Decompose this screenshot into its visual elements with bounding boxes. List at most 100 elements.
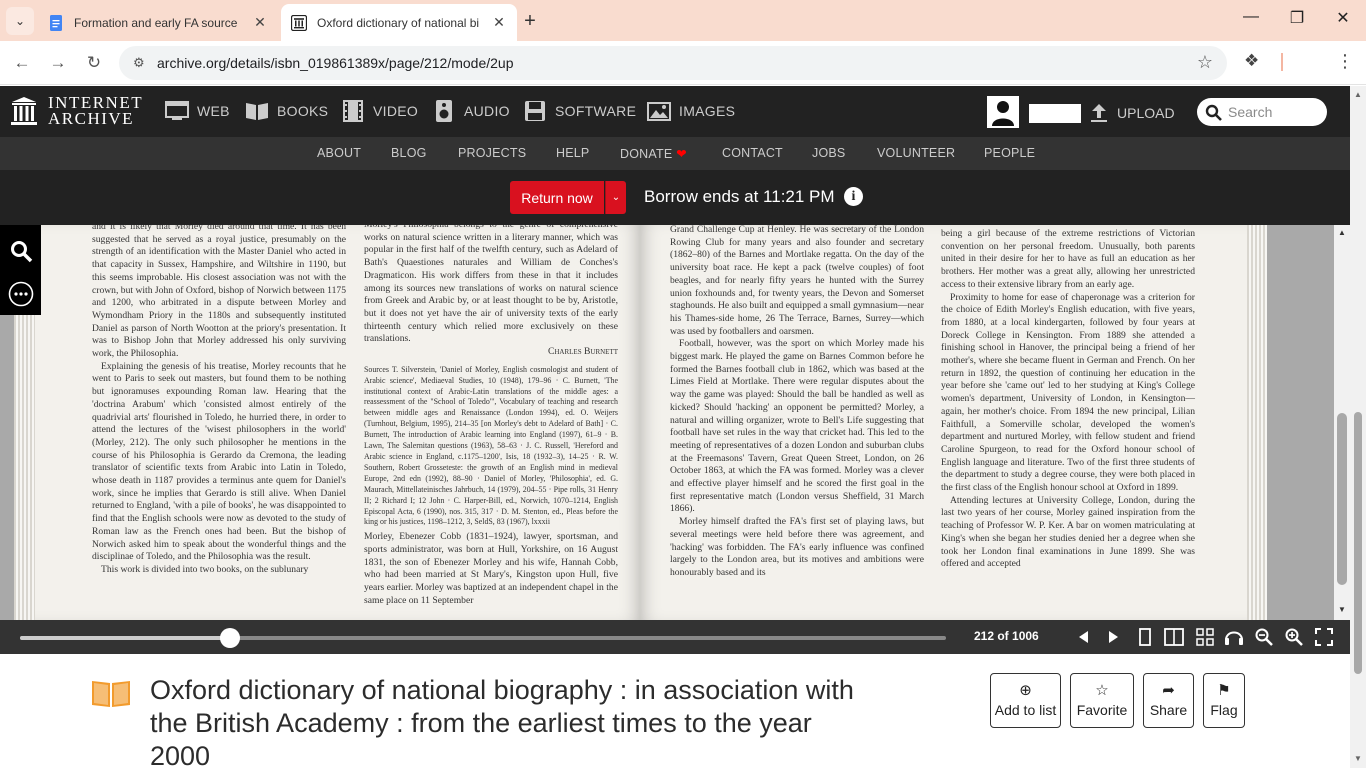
scroll-down-arrow-icon[interactable]: ▼ (1338, 605, 1346, 614)
share-icon: ➦ (1162, 682, 1175, 699)
two-page-view-icon[interactable] (1163, 626, 1185, 648)
media-images[interactable]: IMAGES (647, 100, 735, 122)
close-tab-icon[interactable]: ✕ (252, 14, 268, 31)
browser-tab-strip: ⌄ Formation and early FA source ✕ Oxford… (0, 0, 1366, 41)
browser-toolbar: ← → ↻ ⚙ archive.org/details/isbn_0198613… (0, 41, 1366, 85)
thumbnail-view-icon[interactable] (1194, 626, 1216, 648)
add-to-list-label: Add to list (994, 702, 1057, 718)
favorite-label: Favorite (1076, 702, 1128, 718)
forward-arrow-icon[interactable]: → (46, 51, 70, 75)
page-slider-progress (20, 636, 231, 640)
page-scroll-up-icon[interactable]: ▲ (1354, 90, 1362, 99)
media-books[interactable]: BOOKS (245, 100, 328, 122)
url-text[interactable]: archive.org/details/isbn_019861389x/page… (157, 55, 514, 71)
video-film-icon (341, 100, 365, 122)
next-page-icon[interactable] (1102, 626, 1124, 648)
reload-icon[interactable]: ↻ (82, 51, 106, 75)
extensions-puzzle-icon[interactable]: ❖ (1244, 51, 1259, 71)
upload-label: UPLOAD (1117, 105, 1175, 121)
reader-scroll-thumb[interactable] (1337, 413, 1347, 585)
more-options-icon[interactable] (7, 280, 35, 308)
internet-archive-logo[interactable]: INTERNET ARCHIVE (10, 94, 143, 127)
restore-window-icon[interactable]: ❐ (1274, 8, 1320, 28)
book-media-type-icon (90, 678, 132, 713)
audio-speaker-icon (432, 100, 456, 122)
page-scroll-thumb[interactable] (1354, 412, 1362, 674)
paragraph: Football, however, was the sport on whic… (670, 338, 924, 515)
share-button[interactable]: ➦ Share (1143, 673, 1194, 728)
zoom-out-icon[interactable] (1253, 626, 1275, 648)
tab-search-chevron-icon[interactable]: ⌄ (6, 7, 34, 35)
browser-menu-icon[interactable]: ⋮ (1336, 51, 1354, 72)
media-video-label: VIDEO (373, 103, 419, 119)
page-scroll-down-icon[interactable]: ▼ (1354, 754, 1362, 763)
scroll-up-arrow-icon[interactable]: ▲ (1338, 228, 1346, 237)
minimize-window-icon[interactable]: — (1228, 8, 1274, 26)
search-input[interactable]: Search (1197, 98, 1327, 126)
plus-circle-icon: ⊕ (1019, 682, 1032, 699)
new-tab-plus-icon[interactable]: + (520, 10, 540, 33)
flag-icon: ⚑ (1217, 682, 1231, 699)
close-tab-icon[interactable]: ✕ (491, 14, 507, 31)
info-icon[interactable]: i (844, 187, 863, 206)
media-audio[interactable]: AUDIO (432, 100, 510, 122)
profile-divider (1281, 53, 1283, 71)
star-icon: ☆ (1095, 682, 1109, 699)
right-page[interactable]: Grand Challenge Cup at Henley. He was se… (640, 225, 1247, 620)
entry-morley-ebenezer: Morley, Ebenezer Cobb (1831–1924), lawye… (364, 531, 618, 606)
back-arrow-icon[interactable]: ← (10, 51, 34, 75)
media-software[interactable]: SOFTWARE (523, 100, 636, 122)
google-docs-icon (50, 14, 62, 31)
nav-projects[interactable]: PROJECTS (458, 146, 526, 160)
user-avatar-icon[interactable] (987, 96, 1019, 128)
paragraph: being a girl because of the extreme rest… (941, 228, 1195, 290)
flag-button[interactable]: ⚑ Flag (1203, 673, 1245, 728)
web-monitor-icon (165, 100, 189, 122)
nav-jobs[interactable]: JOBS (812, 146, 845, 160)
paragraph: and it is likely that Morley died around… (92, 225, 346, 360)
left-page[interactable]: and it is likely that Morley died around… (35, 225, 640, 620)
one-page-view-icon[interactable] (1134, 626, 1156, 648)
nav-volunteer[interactable]: VOLUNTEER (877, 146, 955, 160)
paragraph: This work is divided into two books, on … (101, 563, 309, 575)
tab-oxford-dictionary[interactable]: Oxford dictionary of national bi ✕ (281, 4, 517, 41)
return-options-chevron-icon[interactable]: ⌄ (605, 181, 626, 214)
add-to-list-button[interactable]: ⊕ Add to list (990, 673, 1061, 728)
zoom-in-icon[interactable] (1283, 626, 1305, 648)
reader-scrollbar[interactable]: ▲ ▼ (1334, 225, 1350, 620)
page-scrollbar[interactable]: ▲ ▼ (1350, 86, 1366, 768)
fullscreen-icon[interactable] (1313, 626, 1335, 648)
username-menu[interactable] (1029, 104, 1081, 123)
search-icon (1205, 104, 1222, 121)
paragraph: Attending lectures at University College… (941, 494, 1195, 570)
media-web[interactable]: WEB (165, 100, 230, 122)
nav-donate[interactable]: DONATE ❤ (620, 146, 687, 161)
bookmark-star-icon[interactable]: ☆ (1197, 52, 1213, 73)
media-web-label: WEB (197, 103, 230, 119)
close-window-icon[interactable]: ✕ (1320, 8, 1366, 28)
paragraph: Explaining the genesis of his treatise, … (92, 360, 346, 563)
text-column-2: Morley's Philosophia belongs to the genr… (364, 225, 618, 608)
nav-help[interactable]: HELP (556, 146, 589, 160)
nav-about[interactable]: ABOUT (317, 146, 361, 160)
paragraph: Grand Challenge Cup at Henley. He was se… (670, 225, 924, 337)
site-info-icon[interactable]: ⚙ (133, 55, 145, 71)
text-column-3: Grand Challenge Cup at Henley. He was se… (670, 225, 924, 580)
read-aloud-headphones-icon[interactable] (1223, 626, 1245, 648)
nav-contact[interactable]: CONTACT (722, 146, 783, 160)
nav-blog[interactable]: BLOG (391, 146, 427, 160)
tab-title: Formation and early FA source (74, 15, 238, 30)
address-bar[interactable]: ⚙ archive.org/details/isbn_019861389x/pa… (119, 46, 1227, 80)
search-inside-icon[interactable] (7, 237, 35, 265)
previous-page-icon[interactable] (1073, 626, 1095, 648)
images-picture-icon (647, 100, 671, 122)
favorite-button[interactable]: ☆ Favorite (1070, 673, 1134, 728)
heart-icon: ❤ (676, 147, 687, 161)
media-video[interactable]: VIDEO (341, 100, 418, 122)
books-icon (245, 100, 269, 122)
upload-button[interactable]: UPLOAD (1090, 103, 1175, 123)
tab-formation-fa[interactable]: Formation and early FA source ✕ (38, 4, 278, 41)
item-title: Oxford dictionary of national biography … (150, 675, 854, 771)
return-now-button[interactable]: Return now (510, 181, 604, 214)
nav-people[interactable]: PEOPLE (984, 146, 1035, 160)
